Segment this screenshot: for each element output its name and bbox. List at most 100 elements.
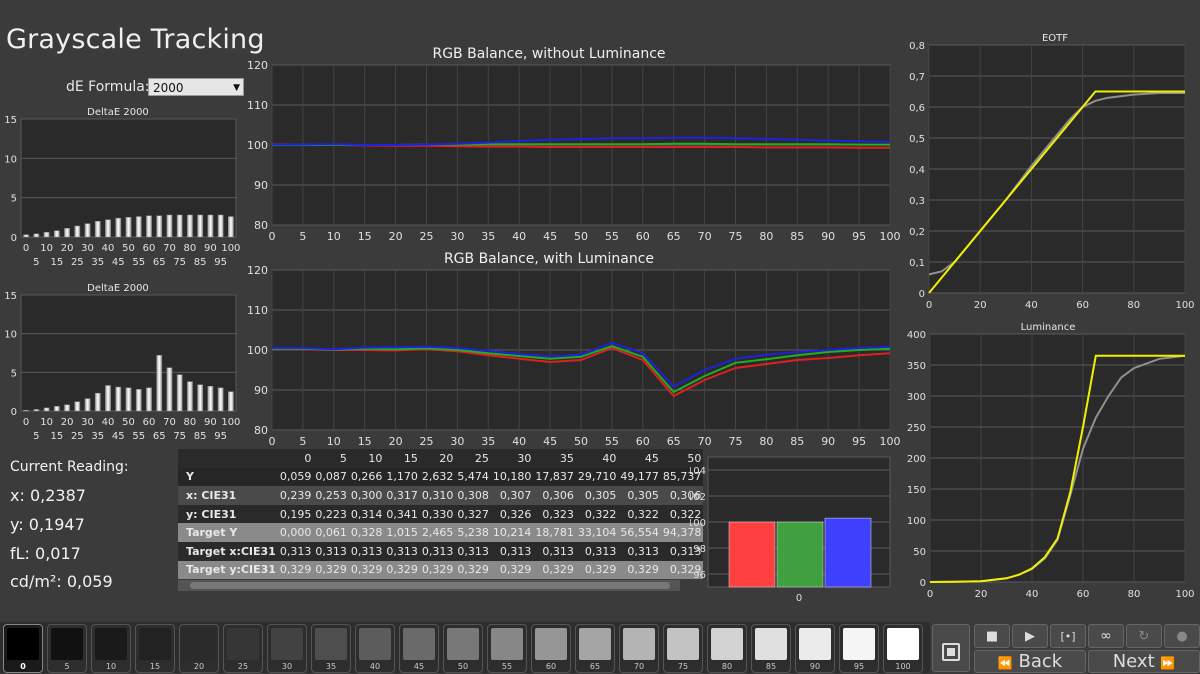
x-tick-label: 85 — [194, 431, 207, 442]
x-tick-label: 50 — [574, 230, 588, 243]
swatch-95[interactable]: 95 — [839, 624, 879, 673]
x-tick-label: 55 — [132, 431, 145, 442]
x-tick-label: 35 — [91, 431, 104, 442]
swatch-color — [139, 628, 171, 660]
x-tick-label: 30 — [81, 243, 94, 254]
play-button[interactable]: ▶ — [1012, 624, 1048, 648]
x-tick-label: 95 — [214, 431, 227, 442]
table-cell: 0,000 — [279, 526, 312, 540]
x-tick-label: 5 — [33, 431, 39, 442]
x-tick-label: 60 — [636, 230, 650, 243]
back-label: Back — [1018, 651, 1063, 672]
stop-record-button[interactable] — [932, 624, 970, 672]
table-cell: 0,313 — [421, 544, 454, 558]
table-cell: 0,329 — [315, 563, 347, 577]
y-tick-label: 0,6 — [909, 103, 925, 114]
table-cell: 0,329 — [584, 563, 617, 577]
back-button[interactable]: ⏪ Back — [974, 650, 1086, 673]
bar — [228, 391, 234, 412]
scrollbar-thumb[interactable] — [190, 582, 670, 589]
bar — [728, 521, 776, 588]
swatch-label: 15 — [149, 662, 161, 671]
swatch-90[interactable]: 90 — [795, 624, 835, 673]
x-tick-label: 60 — [143, 417, 156, 428]
swatch-60[interactable]: 60 — [531, 624, 571, 673]
bar — [125, 387, 132, 412]
bar — [53, 230, 60, 238]
x-tick-label: 10 — [40, 417, 53, 428]
chart-title: DeltaE 2000 — [87, 283, 149, 294]
swatch-color — [403, 628, 435, 660]
x-tick-label: 80 — [759, 435, 773, 448]
swatch-0[interactable]: 0 — [3, 624, 43, 673]
y-tick-label: 120 — [247, 59, 268, 72]
swatch-color — [447, 628, 479, 660]
table-cell: 56,554 — [620, 526, 659, 540]
column-header: 15 — [403, 451, 418, 465]
table-cell: 0,329 — [627, 563, 659, 577]
bar — [197, 384, 204, 412]
table-cell: 0,329 — [542, 563, 574, 577]
swatch-80[interactable]: 80 — [707, 624, 747, 673]
swatch-70[interactable]: 70 — [619, 624, 659, 673]
swatch-25[interactable]: 25 — [223, 624, 263, 673]
swatch-label: 60 — [545, 662, 557, 671]
x-tick-label: 75 — [729, 230, 743, 243]
swatch-45[interactable]: 45 — [399, 624, 439, 673]
table-scrollbar[interactable] — [178, 580, 680, 591]
stop-button[interactable]: ■ — [974, 624, 1010, 648]
y-tick-label: 150 — [907, 485, 926, 496]
x-tick-label: 40 — [1026, 589, 1039, 600]
bar — [115, 386, 122, 412]
swatch-color — [491, 628, 523, 660]
y-tick-label: 0,2 — [909, 227, 925, 238]
table-cell: 0,329 — [499, 563, 532, 577]
single-measure-button[interactable]: [•] — [1050, 624, 1086, 648]
swatch-85[interactable]: 85 — [751, 624, 791, 673]
table-cell: 0,307 — [499, 488, 532, 502]
option-button[interactable]: ● — [1164, 624, 1200, 648]
swatch-75[interactable]: 75 — [663, 624, 703, 673]
stop-icon — [942, 643, 960, 661]
swatch-40[interactable]: 40 — [355, 624, 395, 673]
de-formula-select[interactable]: 2000 ▼ — [148, 78, 244, 96]
table-cell: 0,313 — [542, 544, 574, 558]
x-tick-label: 0 — [926, 300, 932, 311]
x-tick-label: 45 — [543, 435, 557, 448]
table-row: Target y:CIE31 0,329 0,329 0,329 0,329 0,329 0… — [178, 560, 704, 580]
swatch-5[interactable]: 5 — [47, 624, 87, 673]
table-cell: 18,781 — [535, 526, 574, 540]
infinity-icon: ∞ — [1100, 628, 1112, 644]
table-cell: 0,313 — [350, 544, 383, 558]
swatch-35[interactable]: 35 — [311, 624, 351, 673]
next-button[interactable]: Next ⏩ — [1088, 650, 1200, 673]
x-tick-label: 0 — [23, 417, 29, 428]
swatch-30[interactable]: 30 — [267, 624, 307, 673]
chart-title: RGB Balance, with Luminance — [444, 251, 654, 267]
table-cell: 0,313 — [499, 544, 532, 558]
de-formula-label: dE Formula: — [66, 79, 150, 95]
swatch-10[interactable]: 10 — [91, 624, 131, 673]
x-tick-label: 80 — [759, 230, 773, 243]
x-tick-label: 85 — [194, 257, 207, 268]
y-tick-label: 350 — [907, 361, 926, 372]
swatch-20[interactable]: 20 — [179, 624, 219, 673]
x-tick-label: 20 — [974, 300, 987, 311]
x-tick-label: 0 — [269, 230, 276, 243]
y-tick-label: 15 — [4, 291, 17, 302]
bar — [84, 398, 91, 412]
bar — [125, 217, 132, 238]
continuous-button[interactable]: ∞ — [1088, 624, 1124, 648]
swatch-65[interactable]: 65 — [575, 624, 615, 673]
x-tick-label: 20 — [61, 417, 74, 428]
refresh-button[interactable]: ↻ — [1126, 624, 1162, 648]
swatch-15[interactable]: 15 — [135, 624, 175, 673]
bar — [53, 406, 60, 412]
row-label: Target y:CIE31 — [186, 563, 276, 577]
swatch-100[interactable]: 100 — [883, 624, 923, 673]
table-cell: 0,310 — [421, 488, 454, 502]
swatch-50[interactable]: 50 — [443, 624, 483, 673]
swatch-55[interactable]: 55 — [487, 624, 527, 673]
swatch-label: 50 — [457, 662, 469, 671]
table-cell: 0,323 — [542, 507, 574, 521]
